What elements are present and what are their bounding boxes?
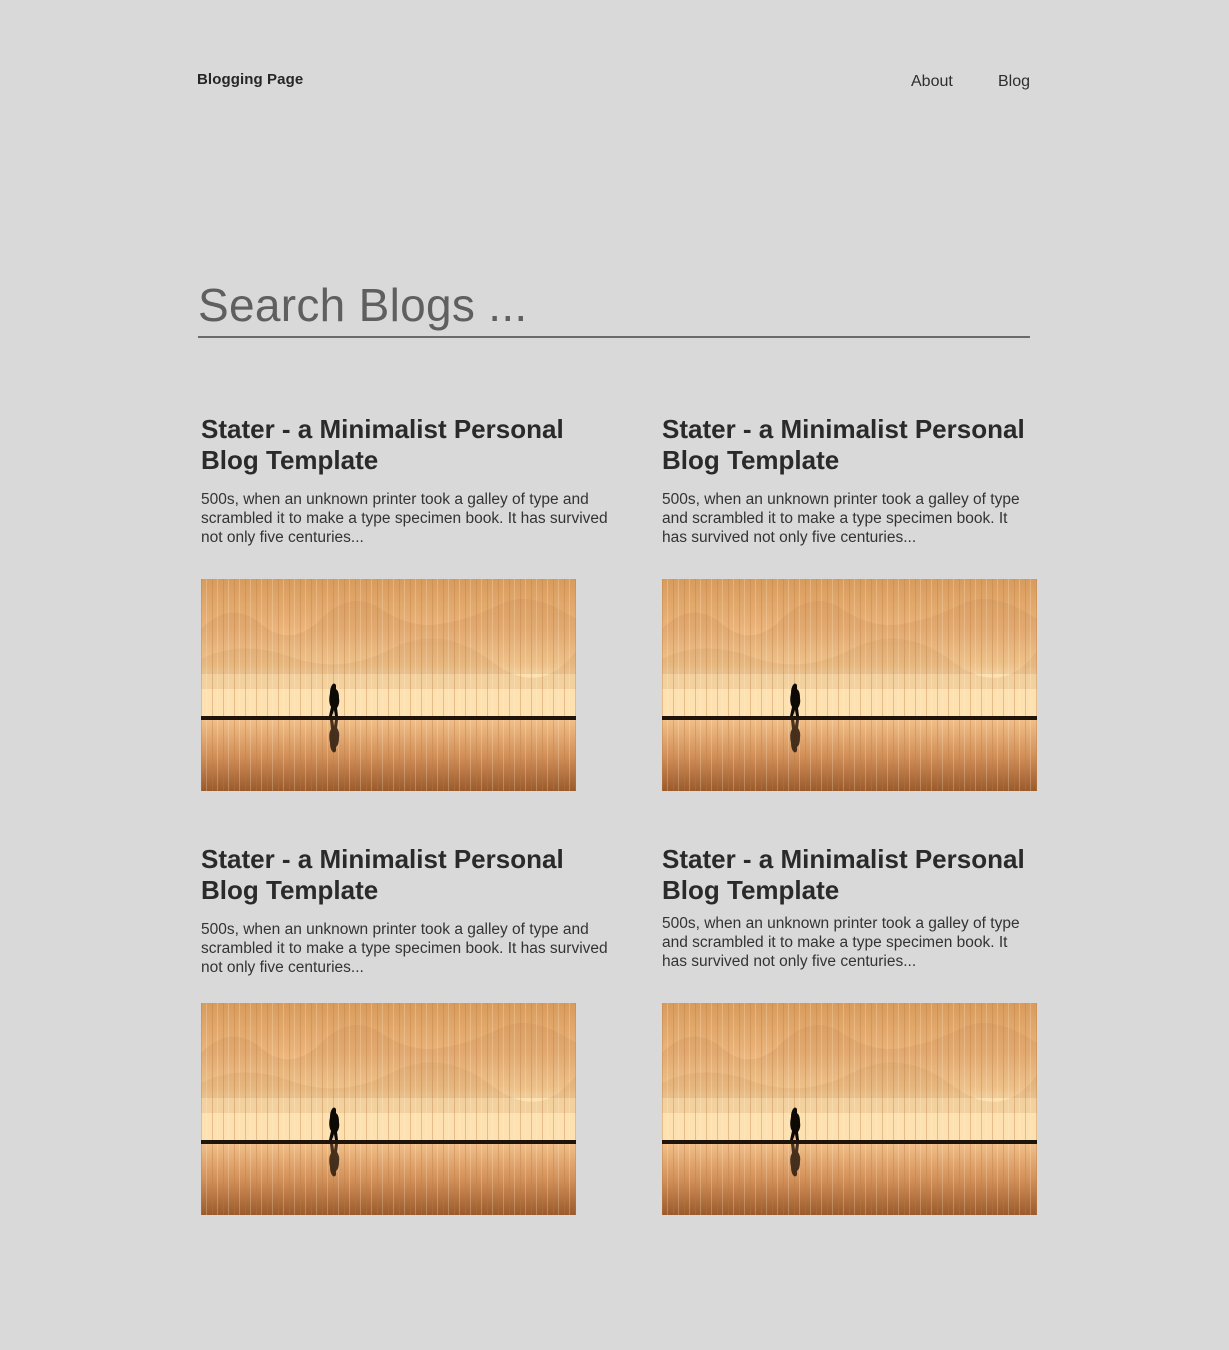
blog-card-excerpt: 500s, when an unknown printer took a gal… (201, 491, 608, 546)
search-bar (198, 276, 1030, 338)
blog-card: Stater - a Minimalist Personal Blog Temp… (201, 844, 621, 1215)
blog-card-title[interactable]: Stater - a Minimalist Personal Blog Temp… (201, 844, 621, 906)
brand-logo[interactable]: Blogging Page (197, 71, 303, 88)
blog-card-title[interactable]: Stater - a Minimalist Personal Blog Temp… (662, 414, 1082, 476)
blog-card: Stater - a Minimalist Personal Blog Temp… (201, 414, 621, 791)
nav-link-about[interactable]: About (911, 73, 953, 91)
blog-card-image[interactable] (662, 1003, 1037, 1215)
blog-card-title[interactable]: Stater - a Minimalist Personal Blog Temp… (201, 414, 621, 476)
search-input[interactable] (198, 276, 1030, 334)
nav-link-blog[interactable]: Blog (998, 73, 1030, 91)
blog-card-excerpt: 500s, when an unknown printer took a gal… (201, 921, 608, 976)
blog-card: Stater - a Minimalist Personal Blog Temp… (662, 844, 1082, 1215)
blog-card-image[interactable] (201, 579, 576, 791)
blog-card-image[interactable] (201, 1003, 576, 1215)
main-nav: About Blog (870, 73, 1030, 93)
blog-card: Stater - a Minimalist Personal Blog Temp… (662, 414, 1082, 791)
blog-card-excerpt: 500s, when an unknown printer took a gal… (662, 491, 1020, 546)
blog-card-excerpt: 500s, when an unknown printer took a gal… (662, 915, 1020, 970)
blog-card-image[interactable] (662, 579, 1037, 791)
blog-card-title[interactable]: Stater - a Minimalist Personal Blog Temp… (662, 844, 1082, 906)
